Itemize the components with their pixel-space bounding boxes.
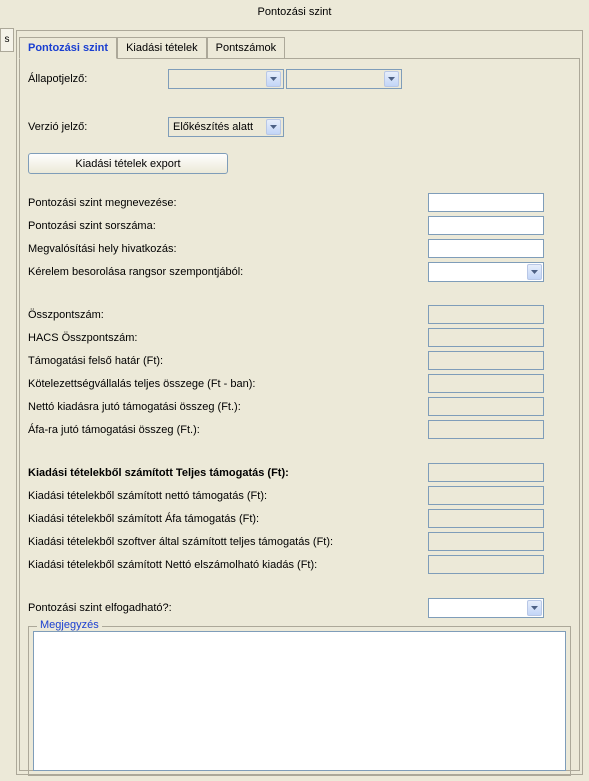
hacs-osszpontszam-input[interactable] [428,328,544,347]
field-label: Megvalósítási hely hivatkozás: [28,243,428,255]
status-label: Állapotjelző: [28,73,168,85]
tab-pontozasi-szint[interactable]: Pontozási szint [19,37,117,59]
field-label: Áfa-ra jutó támogatási összeg (Ft.): [28,424,428,436]
field-label: Támogatási felső határ (Ft): [28,355,428,367]
field-label: Kiadási tételekből számított Áfa támogat… [28,513,428,525]
chevron-down-icon [266,119,281,135]
netto-kiadasra-juto-input[interactable] [428,397,544,416]
status-select-1[interactable] [168,69,284,89]
chevron-down-icon [384,71,399,87]
tab-content: Állapotjelző: Verzió jelző: Előkészítés … [19,58,580,771]
field-label: HACS Összpontszám: [28,332,428,344]
acceptable-label: Pontozási szint elfogadható?: [28,602,428,614]
afa-ra-juto-input[interactable] [428,420,544,439]
megvalositasi-hely-input[interactable] [428,239,544,258]
main-panel: Pontozási szint Kiadási tételek Pontszám… [16,30,583,775]
tab-pontszamok[interactable]: Pontszámok [207,37,286,58]
osszpontszam-input[interactable] [428,305,544,324]
left-panel-tab[interactable]: s [0,28,14,52]
szint-sorszama-input[interactable] [428,216,544,235]
tabs: Pontozási szint Kiadási tételek Pontszám… [19,37,582,58]
export-button[interactable]: Kiadási tételek export [28,153,228,174]
field-label: Nettó kiadásra jutó támogatási összeg (F… [28,401,428,413]
field-label: Kötelezettségvállalás teljes összege (Ft… [28,378,428,390]
tamogatasi-felso-hatar-input[interactable] [428,351,544,370]
field-label: Kiadási tételekből szoftver által számít… [28,536,428,548]
chevron-down-icon [527,600,542,616]
status-select-2[interactable] [286,69,402,89]
comment-legend: Megjegyzés [37,619,102,631]
netto-elszamolhato-input[interactable] [428,555,544,574]
field-label: Pontozási szint megnevezése: [28,197,428,209]
field-label: Kiadási tételekből számított Nettó elszá… [28,559,428,571]
window-title: Pontozási szint [0,0,589,24]
szoftver-teljes-tamogatas-input[interactable] [428,532,544,551]
verzio-select[interactable]: Előkészítés alatt [168,117,284,137]
kotelezettsegvallalas-input[interactable] [428,374,544,393]
comment-fieldset: Megjegyzés [28,626,571,776]
chevron-down-icon [266,71,281,87]
verzio-value: Előkészítés alatt [173,121,253,133]
tab-kiadasi-tetelek[interactable]: Kiadási tételek [117,37,207,58]
field-label: Kérelem besorolása rangsor szempontjából… [28,266,428,278]
netto-tamogatas-input[interactable] [428,486,544,505]
afa-tamogatas-input[interactable] [428,509,544,528]
acceptable-select[interactable] [428,598,544,618]
kerelem-besorolasa-select[interactable] [428,262,544,282]
szint-megnevezese-input[interactable] [428,193,544,212]
comment-textarea[interactable] [33,631,566,771]
field-label: Összpontszám: [28,309,428,321]
field-label: Kiadási tételekből számított nettó támog… [28,490,428,502]
teljes-tamogatas-input[interactable] [428,463,544,482]
section-header: Kiadási tételekből számított Teljes támo… [28,467,428,479]
chevron-down-icon [527,264,542,280]
field-label: Pontozási szint sorszáma: [28,220,428,232]
verzio-label: Verzió jelző: [28,121,168,133]
